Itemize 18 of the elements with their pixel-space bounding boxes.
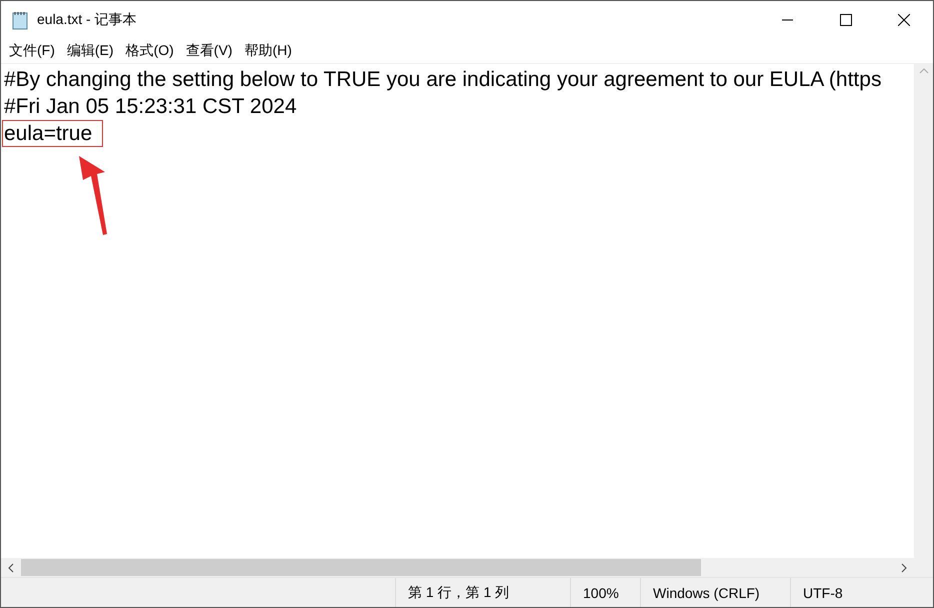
status-text: Windows (CRLF) (640, 578, 790, 607)
window-title: eula.txt - 记事本 (37, 10, 138, 28)
scrollbar-thumb[interactable] (21, 559, 701, 576)
menu-item[interactable]: 编辑(E) (60, 42, 120, 60)
maximize-icon (840, 14, 852, 26)
notepad-icon (11, 10, 29, 30)
menu-item[interactable]: 文件(F) (3, 42, 61, 60)
menu-item[interactable]: 格式(O) (120, 42, 180, 60)
text-line: #By changing the setting below to TRUE you are indicating your agreement to our EULA (https (3, 67, 882, 93)
text-editor[interactable]: #By changing the setting below to TRUE you are indicating your agreement to our EULA (https #Fri Jan 05 15:23:31 CST 2024 eula=true (1, 64, 914, 558)
menu-item[interactable]: 查看(V) (180, 42, 238, 60)
close-icon (898, 14, 910, 26)
menu-item[interactable]: 帮助(H) (238, 42, 298, 60)
status-text: UTF-8 (790, 578, 900, 607)
scroll-up-icon[interactable] (918, 68, 928, 74)
text-line: #Fri Jan 05 15:23:31 CST 2024 (3, 94, 298, 120)
status-text: 100% (570, 578, 640, 607)
status-text: 第 1 行，第 1 列 (395, 578, 570, 607)
